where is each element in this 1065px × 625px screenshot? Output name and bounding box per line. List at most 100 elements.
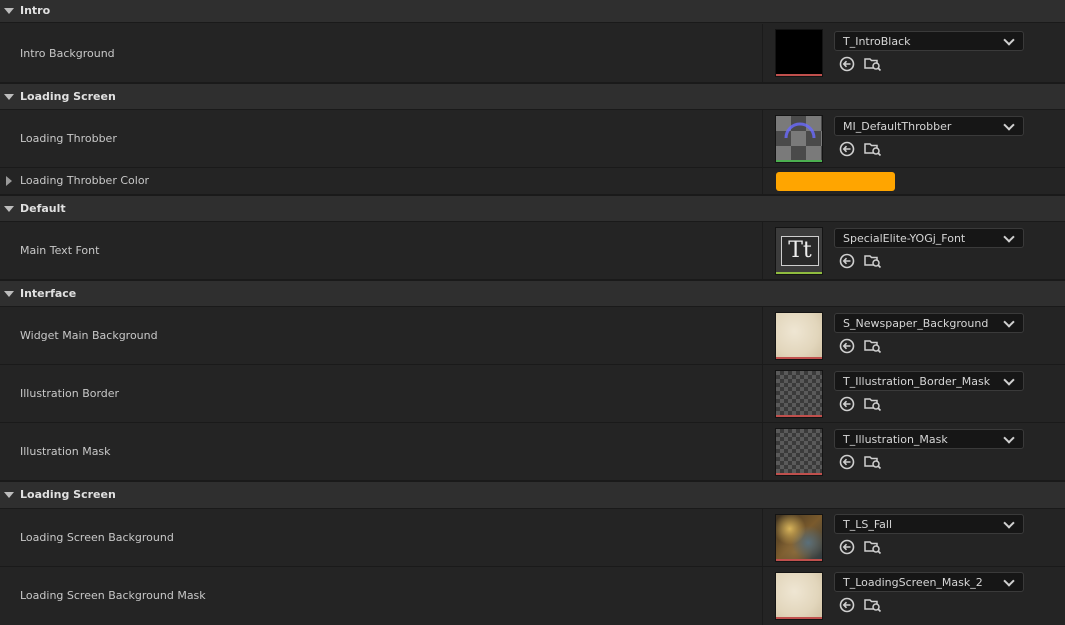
- arrow-left-in-circle-icon[interactable]: [839, 253, 855, 269]
- property-row-loading-screen-background-mask: Loading Screen Background Mask T_Loading…: [0, 567, 1065, 625]
- color-swatch[interactable]: [776, 172, 895, 191]
- asset-thumbnail[interactable]: [775, 312, 823, 360]
- property-row-loading-throbber: Loading Throbber MI_DefaultThrobber: [0, 110, 1065, 168]
- triangle-down-icon[interactable]: [4, 291, 14, 297]
- asset-type-bar: [776, 272, 822, 274]
- folder-search-icon[interactable]: [864, 539, 882, 555]
- category-default[interactable]: Default: [0, 195, 1065, 222]
- column-splitter[interactable]: [762, 222, 763, 279]
- asset-picker-combo[interactable]: MI_DefaultThrobber: [834, 116, 1024, 136]
- chevron-down-icon: [1003, 575, 1015, 587]
- asset-thumbnail[interactable]: [775, 370, 823, 418]
- arrow-left-in-circle-icon[interactable]: [839, 56, 855, 72]
- triangle-down-icon[interactable]: [4, 94, 14, 100]
- column-splitter[interactable]: [762, 509, 763, 566]
- folder-search-icon[interactable]: [864, 597, 882, 613]
- asset-picker-combo[interactable]: T_Illustration_Border_Mask: [834, 371, 1024, 391]
- asset-picker-combo[interactable]: S_Newspaper_Background: [834, 313, 1024, 333]
- property-label: Illustration Mask: [20, 445, 111, 458]
- property-row-loading-screen-background: Loading Screen Background T_LS_Fall: [0, 509, 1065, 567]
- column-splitter[interactable]: [762, 110, 763, 167]
- folder-search-icon[interactable]: [864, 396, 882, 412]
- asset-picker-combo[interactable]: SpecialElite-YOGj_Font: [834, 228, 1024, 248]
- arrow-left-in-circle-icon[interactable]: [839, 539, 855, 555]
- arrow-left-in-circle-icon[interactable]: [839, 141, 855, 157]
- property-label: Loading Screen Background Mask: [20, 589, 206, 602]
- asset-type-bar: [776, 160, 822, 162]
- category-label: Interface: [20, 287, 77, 300]
- column-splitter[interactable]: [762, 307, 763, 364]
- asset-thumbnail[interactable]: [775, 514, 823, 562]
- asset-picker-value: T_LoadingScreen_Mask_2: [843, 576, 983, 589]
- asset-type-bar: [776, 473, 822, 475]
- folder-search-icon[interactable]: [864, 454, 882, 470]
- chevron-down-icon: [1003, 432, 1015, 444]
- triangle-right-icon[interactable]: [6, 176, 12, 186]
- property-label: Main Text Font: [20, 244, 100, 257]
- property-row-main-text-font: Main Text Font Tt SpecialElite-YOGj_Font: [0, 222, 1065, 280]
- column-splitter[interactable]: [762, 365, 763, 422]
- property-label: Widget Main Background: [20, 329, 158, 342]
- column-splitter[interactable]: [762, 24, 763, 82]
- asset-picker-value: SpecialElite-YOGj_Font: [843, 232, 966, 245]
- asset-picker-combo[interactable]: T_Illustration_Mask: [834, 429, 1024, 449]
- property-label: Illustration Border: [20, 387, 120, 400]
- category-loading-screen-2[interactable]: Loading Screen: [0, 481, 1065, 509]
- property-label: Loading Throbber Color: [20, 174, 150, 187]
- asset-type-bar: [776, 559, 822, 561]
- arrow-left-in-circle-icon[interactable]: [839, 454, 855, 470]
- arrow-left-in-circle-icon[interactable]: [839, 597, 855, 613]
- chevron-down-icon: [1003, 34, 1015, 46]
- asset-picker-value: T_Illustration_Border_Mask: [843, 375, 991, 388]
- column-splitter[interactable]: [762, 423, 763, 480]
- asset-thumbnail[interactable]: [775, 115, 823, 163]
- category-intro[interactable]: Intro: [0, 0, 1065, 23]
- asset-picker-value: S_Newspaper_Background: [843, 317, 989, 330]
- property-row-intro-background: Intro Background T_IntroBlack: [0, 24, 1065, 83]
- triangle-down-icon[interactable]: [4, 206, 14, 212]
- asset-type-bar: [776, 617, 822, 619]
- chevron-down-icon: [1003, 231, 1015, 243]
- triangle-down-icon[interactable]: [4, 8, 14, 14]
- asset-thumbnail[interactable]: [775, 428, 823, 476]
- category-label: Intro: [20, 4, 51, 17]
- details-panel: Intro Intro Background T_IntroBlack Load…: [0, 0, 1065, 625]
- asset-thumbnail[interactable]: [775, 572, 823, 620]
- asset-thumbnail[interactable]: Tt: [775, 227, 823, 275]
- property-row-widget-main-background: Widget Main Background S_Newspaper_Backg…: [0, 307, 1065, 365]
- category-interface[interactable]: Interface: [0, 280, 1065, 307]
- asset-type-bar: [776, 357, 822, 359]
- folder-search-icon[interactable]: [864, 253, 882, 269]
- asset-thumbnail[interactable]: [775, 29, 823, 77]
- asset-picker-value: T_LS_Fall: [843, 518, 893, 531]
- property-row-illustration-mask: Illustration Mask T_Illustration_Mask: [0, 423, 1065, 481]
- asset-picker-value: MI_DefaultThrobber: [843, 120, 952, 133]
- triangle-down-icon[interactable]: [4, 492, 14, 498]
- asset-picker-combo[interactable]: T_LS_Fall: [834, 514, 1024, 534]
- chevron-down-icon: [1003, 374, 1015, 386]
- asset-picker-combo[interactable]: T_LoadingScreen_Mask_2: [834, 572, 1024, 592]
- chevron-down-icon: [1003, 316, 1015, 328]
- property-label: Intro Background: [20, 47, 115, 60]
- arrow-left-in-circle-icon[interactable]: [839, 338, 855, 354]
- category-label: Loading Screen: [20, 488, 116, 501]
- throbber-preview-icon: [784, 122, 816, 139]
- category-loading-screen[interactable]: Loading Screen: [0, 83, 1065, 110]
- asset-type-bar: [776, 74, 822, 76]
- folder-search-icon[interactable]: [864, 141, 882, 157]
- property-label: Loading Throbber: [20, 132, 117, 145]
- column-splitter[interactable]: [762, 567, 763, 625]
- property-row-loading-throbber-color: Loading Throbber Color: [0, 168, 1065, 195]
- asset-picker-combo[interactable]: T_IntroBlack: [834, 31, 1024, 51]
- property-label: Loading Screen Background: [20, 531, 174, 544]
- category-label: Default: [20, 202, 66, 215]
- asset-type-bar: [776, 415, 822, 417]
- folder-search-icon[interactable]: [864, 56, 882, 72]
- asset-picker-value: T_IntroBlack: [843, 35, 911, 48]
- arrow-left-in-circle-icon[interactable]: [839, 396, 855, 412]
- chevron-down-icon: [1003, 517, 1015, 529]
- property-row-illustration-border: Illustration Border T_Illustration_Borde…: [0, 365, 1065, 423]
- column-splitter[interactable]: [762, 168, 763, 194]
- category-label: Loading Screen: [20, 90, 116, 103]
- folder-search-icon[interactable]: [864, 338, 882, 354]
